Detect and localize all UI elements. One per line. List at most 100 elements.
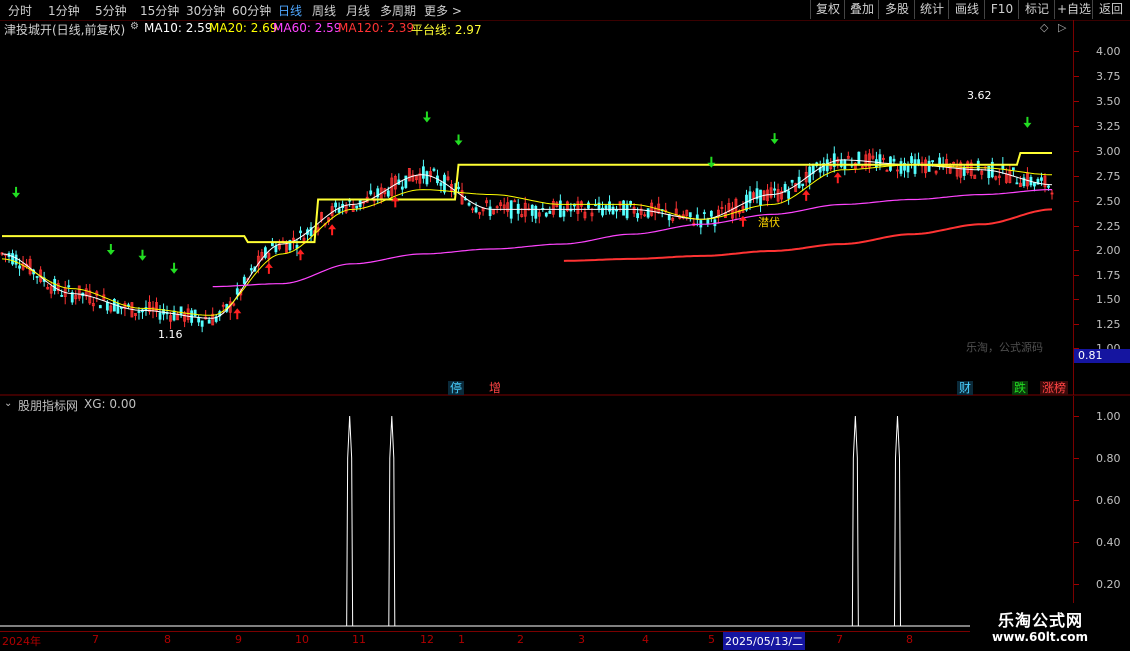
candle-body (488, 206, 492, 217)
sub-axis: 1.00 0.80 0.60 0.40 0.20 (1073, 396, 1130, 628)
candle-body (98, 305, 102, 309)
price-tick (1074, 275, 1079, 276)
candle-body (11, 253, 14, 265)
candle-body (400, 186, 404, 190)
price-label: 3.25 (1096, 120, 1121, 133)
candle-body (35, 276, 39, 278)
sell-arrow-icon (1023, 116, 1032, 128)
sell-arrow-icon (12, 186, 21, 198)
candle-body (534, 205, 538, 219)
candle-body (931, 160, 935, 163)
price-label: 2.00 (1096, 244, 1121, 257)
buy-arrow-icon (833, 172, 842, 184)
price-label: 1.75 (1096, 269, 1121, 282)
candle-body (432, 168, 436, 171)
buy-arrow-icon (802, 189, 811, 201)
sell-arrow-icon (106, 244, 115, 256)
price-tick (1074, 226, 1079, 227)
sub-tick (1074, 416, 1079, 417)
candle-body (892, 158, 896, 162)
badge-finance[interactable]: 财 (957, 381, 974, 395)
price-label: 3.00 (1096, 145, 1121, 158)
candle-body (422, 166, 425, 179)
price-tick (1074, 101, 1079, 102)
price-label: 3.50 (1096, 95, 1121, 108)
candle-body (474, 207, 478, 213)
candle-body (425, 171, 429, 185)
price-label: 2.75 (1096, 170, 1121, 183)
ma20-line (1, 164, 1053, 316)
sub-tick (1074, 542, 1079, 543)
candle-body (625, 203, 629, 219)
high-price-label: 3.62 (967, 89, 992, 102)
candle-body (927, 160, 931, 172)
candle-body (910, 156, 913, 164)
sub-tick (1074, 584, 1079, 585)
buy-arrow-icon (391, 196, 400, 208)
sub-indicator-name[interactable]: 股朋指标网 (18, 397, 78, 414)
sub-axis-label: 0.40 (1096, 536, 1121, 549)
candle-body (386, 190, 390, 197)
badge-top-list[interactable]: 涨榜 (1040, 381, 1069, 395)
candle-body (67, 285, 71, 288)
sub-axis-label: 0.60 (1096, 494, 1121, 507)
xg-spike (851, 415, 859, 627)
candle-body (439, 182, 443, 186)
candle-body (544, 212, 548, 217)
candle-body (137, 310, 141, 313)
candle-body (116, 303, 120, 314)
site-watermark: 乐淘公式网 www.60lt.com (970, 603, 1130, 650)
candle-body (688, 212, 692, 218)
candle-body (197, 317, 201, 323)
candle-body (299, 230, 302, 234)
source-faint-text: 乐淘，公式源码 (966, 340, 1043, 354)
sell-arrow-icon (422, 111, 431, 123)
candle-body (759, 189, 762, 206)
qianfu-star-label: 潜伏 (758, 215, 780, 229)
date-label: 7 (836, 633, 843, 646)
candle-body (906, 164, 910, 173)
price-label: 1.50 (1096, 293, 1121, 306)
badge-increase[interactable]: 增 (487, 381, 503, 395)
candle-body (467, 202, 471, 206)
candle-body (938, 157, 942, 165)
candle-body (1047, 185, 1050, 188)
date-label: 8 (164, 633, 171, 646)
date-label: 5 (708, 633, 715, 646)
candle-body (207, 319, 211, 324)
collapse-icon[interactable]: ⌄ (4, 398, 12, 409)
candle-body (179, 306, 183, 316)
buy-arrow-icon (296, 249, 305, 261)
sub-axis-label: 0.80 (1096, 452, 1121, 465)
date-label: 2024年 (2, 635, 41, 648)
sub-indicator-value: XG: 0.00 (84, 397, 137, 411)
candle-body (913, 159, 917, 174)
candle-body (105, 301, 109, 311)
buy-arrow-icon (233, 308, 242, 320)
candle-body (604, 205, 608, 210)
sub-tick (1074, 458, 1079, 459)
price-tick (1074, 151, 1079, 152)
watermark-url: www.60lt.com (992, 630, 1089, 644)
sub-axis-label: 0.20 (1096, 578, 1121, 591)
candle-body (193, 309, 197, 317)
candle-body (636, 213, 640, 219)
date-label: 9 (235, 633, 242, 646)
candle-body (562, 210, 566, 217)
candle-body (646, 208, 650, 218)
date-label: 2 (517, 633, 524, 646)
candle-body (18, 265, 21, 269)
selected-date-label[interactable]: 2025/05/13/二 (723, 632, 806, 650)
badge-drop[interactable]: 跌 (1012, 381, 1029, 395)
watermark-title: 乐淘公式网 (998, 611, 1084, 630)
price-label: 2.25 (1096, 220, 1121, 233)
date-label: 7 (92, 633, 99, 646)
date-axis: 2024年 7 8 9 10 11 12 1 2 3 4 5 2025/05/1… (0, 631, 1130, 651)
candle-body (274, 245, 278, 253)
badge-suspend[interactable]: 停 (448, 381, 465, 395)
candle-body (334, 202, 338, 208)
xg-spike (388, 415, 396, 627)
platform-line (2, 152, 1052, 244)
candle-body (457, 186, 460, 190)
price-label: 4.00 (1096, 45, 1121, 58)
